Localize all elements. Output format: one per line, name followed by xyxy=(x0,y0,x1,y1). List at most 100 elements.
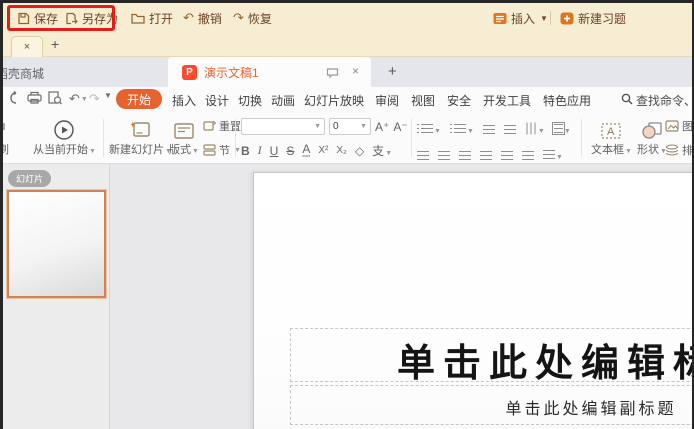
character-tool-label: 支 xyxy=(372,144,384,158)
tab-home[interactable]: 开始 xyxy=(116,89,162,109)
window-tab[interactable]: × xyxy=(11,36,43,57)
undo-label: 撤销 xyxy=(198,10,222,27)
picture-button[interactable]: 图片 xyxy=(665,118,692,134)
tab-animation[interactable]: 动画 xyxy=(271,92,295,109)
tab-insert[interactable]: 插入 xyxy=(172,92,196,109)
shapes-button[interactable]: 形状▼ xyxy=(637,115,667,157)
open-label: 打开 xyxy=(149,10,173,27)
new-exercise-button[interactable]: 新建习题 xyxy=(560,3,626,33)
arrange-button[interactable]: 排列 xyxy=(665,142,692,158)
reset-label: 重置 xyxy=(219,118,241,134)
layout-icon xyxy=(173,115,195,141)
toolbar-options-icon[interactable]: ▼ xyxy=(104,91,112,100)
text-box-button[interactable]: A 文本框▼ xyxy=(591,115,632,157)
undo-button[interactable]: ↶ 撤销 xyxy=(183,3,222,33)
font-size-combo[interactable]: 0 ▼ xyxy=(329,118,371,135)
distribute-button[interactable] xyxy=(501,151,513,160)
tab-design[interactable]: 设计 xyxy=(205,92,229,109)
underline-button[interactable]: U xyxy=(270,144,279,158)
format-painter-button[interactable]: 式刷 xyxy=(3,115,9,157)
align-left-button[interactable] xyxy=(417,151,429,160)
chevron-down-icon: ▼ xyxy=(385,150,392,157)
layout-button[interactable]: 版式▼ xyxy=(169,115,199,157)
align-center-button[interactable] xyxy=(438,151,450,160)
ribbon-content: 式刷 从当前开始▼ 新建幻灯片▼ 版式▼ 重置 xyxy=(3,112,692,164)
slide-thumbnail[interactable] xyxy=(7,190,106,298)
increase-font-button[interactable]: A⁺ xyxy=(375,120,389,134)
chevron-down-icon: ▼ xyxy=(564,128,571,135)
tab-review[interactable]: 审阅 xyxy=(375,92,399,109)
tab-special-features[interactable]: 特色应用 xyxy=(543,92,591,109)
tab-view[interactable]: 视图 xyxy=(411,92,435,109)
docer-store-tab[interactable]: 稻壳商城 xyxy=(3,65,44,82)
line-spacing-button[interactable]: ▼ xyxy=(554,120,571,138)
subscript-button[interactable]: X₂ xyxy=(336,145,347,156)
tab-transition[interactable]: 切换 xyxy=(238,92,262,109)
tab-developer[interactable]: 开发工具 xyxy=(483,92,531,109)
document-tab-close-icon[interactable]: × xyxy=(352,64,359,78)
slide-canvas[interactable]: 单击此处编辑标题 单击此处编辑副标题 xyxy=(253,172,692,429)
slides-panel-header[interactable]: 幻灯片 xyxy=(8,170,51,187)
insert-dropdown-button[interactable]: 插入 ▼ xyxy=(493,3,548,33)
group-divider xyxy=(103,119,104,157)
format-painter-label: 式刷 xyxy=(3,141,9,157)
svg-text:A: A xyxy=(607,126,615,138)
comment-bubble-icon[interactable] xyxy=(326,66,339,84)
tab-close-icon[interactable]: × xyxy=(24,41,30,53)
active-document-tab[interactable]: P 演示文稿1 × xyxy=(168,57,371,87)
group-divider xyxy=(411,119,412,157)
new-document-tab-button[interactable]: + xyxy=(388,63,397,80)
document-tab-bar: 稻壳商城 P 演示文稿1 × + xyxy=(3,57,692,87)
increase-indent-button[interactable] xyxy=(504,125,516,134)
text-direction-button[interactable]: ▼ xyxy=(525,120,545,138)
ribbon-tab-row: ↶▼ ↷ ▼ 开始 插入 设计 切换 动画 幻灯片放映 审阅 视图 安全 开发工… xyxy=(3,87,692,112)
clear-format-button[interactable]: ◇ xyxy=(355,144,364,158)
undo-icon[interactable]: ↶▼ xyxy=(69,91,88,107)
play-from-current-button[interactable]: 从当前开始▼ xyxy=(33,115,96,157)
numbered-list-button[interactable]: ▼ xyxy=(450,120,474,138)
tab-security[interactable]: 安全 xyxy=(447,92,471,109)
bold-button[interactable]: B xyxy=(241,144,250,158)
redo-icon[interactable]: ↷ xyxy=(89,91,100,107)
search-placeholder-text: 查找命令、搜索 xyxy=(636,92,692,109)
command-search-box[interactable]: 查找命令、搜索 xyxy=(621,92,692,109)
print-icon[interactable] xyxy=(27,91,42,104)
paragraph-settings-button[interactable]: ▼ xyxy=(543,146,563,164)
bullet-list-button[interactable]: ▼ xyxy=(417,120,441,138)
redo-button[interactable]: ↷ 恢复 xyxy=(233,3,272,33)
chevron-down-icon: ▼ xyxy=(538,128,545,135)
output-icon[interactable] xyxy=(8,91,22,105)
save-as-button[interactable]: 另存为 xyxy=(65,3,118,33)
search-icon xyxy=(621,93,633,108)
decrease-font-button[interactable]: A⁻ xyxy=(393,120,407,134)
new-exercise-label: 新建习题 xyxy=(578,10,626,27)
font-group: ▼ 0 ▼ A⁺ A⁻ B I U S A X² X₂ ◇ 支▼ xyxy=(241,118,408,159)
new-window-tab-button[interactable]: + xyxy=(51,36,59,52)
subtitle-placeholder[interactable]: 单击此处编辑副标题 xyxy=(290,385,692,425)
redo-label: 恢复 xyxy=(248,10,272,27)
title-placeholder[interactable]: 单击此处编辑标题 xyxy=(290,328,692,382)
decrease-indent-button[interactable] xyxy=(483,125,495,134)
font-color-button[interactable]: A xyxy=(302,144,310,157)
shapes-label: 形状 xyxy=(637,144,659,156)
presentation-file-icon: P xyxy=(182,65,197,80)
columns-button[interactable] xyxy=(522,151,534,160)
picture-icon xyxy=(665,120,679,132)
tab-slideshow[interactable]: 幻灯片放映 xyxy=(304,92,364,109)
character-tool-button[interactable]: 支▼ xyxy=(372,142,392,159)
font-name-combo[interactable]: ▼ xyxy=(241,118,325,135)
justify-button[interactable] xyxy=(480,151,492,160)
open-button[interactable]: 打开 xyxy=(131,3,173,33)
italic-button[interactable]: I xyxy=(258,143,262,158)
superscript-button[interactable]: X² xyxy=(318,145,328,156)
align-right-button[interactable] xyxy=(459,151,471,160)
chevron-down-icon: ▼ xyxy=(314,123,321,130)
strikethrough-button[interactable]: S xyxy=(286,144,294,158)
print-preview-icon[interactable] xyxy=(48,91,62,105)
new-slide-button[interactable]: 新建幻灯片▼ xyxy=(109,115,172,157)
chevron-down-icon[interactable]: ▼ xyxy=(81,96,88,103)
reset-icon xyxy=(203,120,216,132)
group-divider xyxy=(235,119,236,157)
chevron-down-icon: ▼ xyxy=(467,128,474,135)
save-button[interactable]: 保存 xyxy=(17,3,58,33)
